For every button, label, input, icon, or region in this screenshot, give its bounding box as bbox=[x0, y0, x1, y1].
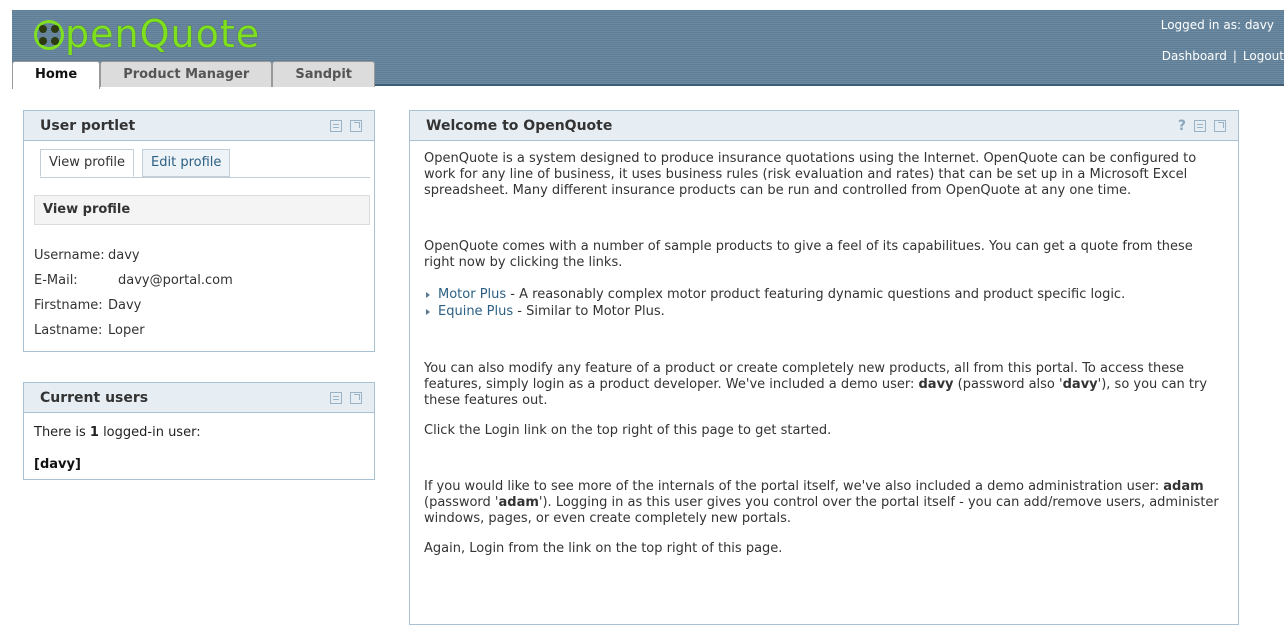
profile-row: Firstname: Davy bbox=[34, 293, 233, 318]
text-segment: (password also ' bbox=[953, 377, 1063, 392]
portlet-header: Welcome to OpenQuote ? bbox=[410, 111, 1238, 141]
link-separator: | bbox=[1232, 49, 1237, 63]
welcome-portlet: Welcome to OpenQuote ? OpenQuote is a sy… bbox=[409, 110, 1239, 625]
logged-in-status: Logged in as: davy bbox=[1160, 18, 1274, 32]
field-value: Davy bbox=[108, 298, 142, 313]
admin-username: adam bbox=[1163, 479, 1204, 494]
field-value: Loper bbox=[108, 323, 145, 338]
subtab-view-profile[interactable]: View profile bbox=[40, 149, 135, 177]
samples-paragraph: OpenQuote comes with a number of sample … bbox=[424, 239, 1193, 270]
login-paragraph: Click the Login link on the top right of… bbox=[424, 423, 832, 438]
link-description: - Similar to Motor Plus. bbox=[513, 304, 665, 319]
header: penQuote Logged in as: davy Dashboard | Lo… bbox=[0, 0, 1284, 89]
minimize-icon[interactable] bbox=[330, 119, 342, 132]
link-description: - A reasonably complex motor product fea… bbox=[506, 287, 1126, 302]
help-icon[interactable]: ? bbox=[1178, 118, 1186, 134]
portlet-title: Welcome to OpenQuote bbox=[426, 117, 613, 134]
maximize-icon[interactable] bbox=[350, 391, 362, 404]
profile-subtabs: View profile Edit profile bbox=[40, 149, 238, 177]
developer-paragraph: You can also modify any feature of a pro… bbox=[424, 361, 1224, 409]
field-value: davy@portal.com bbox=[118, 273, 233, 288]
profile-row: Lastname: Loper bbox=[34, 318, 233, 343]
list-item: Equine Plus - Similar to Motor Plus. bbox=[424, 304, 1224, 320]
current-users-portlet: Current users There is 1 logged-in user:… bbox=[23, 382, 375, 480]
text-after: logged-in user: bbox=[98, 425, 201, 440]
field-label: Lastname: bbox=[34, 323, 103, 338]
equine-plus-link[interactable]: Equine Plus bbox=[438, 304, 513, 319]
section-title: View profile bbox=[34, 195, 370, 225]
logo-icon bbox=[34, 20, 64, 50]
admin-password: adam bbox=[498, 495, 539, 510]
text-before: There is bbox=[34, 425, 90, 440]
subtabs-divider bbox=[40, 177, 370, 178]
field-label: Firstname: bbox=[34, 298, 103, 313]
welcome-body: OpenQuote is a system designed to produc… bbox=[424, 151, 1224, 557]
logged-in-count-text: There is 1 logged-in user: bbox=[34, 425, 201, 440]
sample-product-list: Motor Plus - A reasonably complex motor … bbox=[424, 287, 1224, 320]
portlet-controls bbox=[330, 119, 362, 132]
tab-product-manager[interactable]: Product Manager bbox=[100, 61, 273, 87]
maximize-icon[interactable] bbox=[350, 119, 362, 132]
demo-password: davy bbox=[1062, 377, 1098, 392]
tab-sandpit[interactable]: Sandpit bbox=[272, 61, 376, 87]
user-count: 1 bbox=[89, 425, 99, 440]
portlet-controls bbox=[330, 391, 362, 404]
portlet-header: User portlet bbox=[24, 111, 374, 141]
logout-link[interactable]: Logout bbox=[1243, 49, 1284, 63]
maximize-icon[interactable] bbox=[1214, 119, 1226, 132]
text-segment: '). Logging in as this user gives you co… bbox=[424, 495, 1219, 526]
demo-username: davy bbox=[918, 377, 954, 392]
profile-details: Username: davy E-Mail: davy@portal.com Fir… bbox=[34, 243, 233, 343]
portlet-header: Current users bbox=[24, 383, 374, 413]
user-portlet: User portlet View profile Edit profile V… bbox=[23, 110, 375, 352]
portlet-title: Current users bbox=[40, 389, 149, 406]
tab-home[interactable]: Home bbox=[12, 61, 101, 89]
subtab-edit-profile[interactable]: Edit profile bbox=[142, 149, 231, 177]
profile-row: E-Mail: davy@portal.com bbox=[34, 268, 233, 293]
field-label: Username: bbox=[34, 248, 105, 263]
field-label: E-Mail: bbox=[34, 273, 78, 288]
main-tabs: Home Product Manager Sandpit bbox=[12, 61, 376, 89]
logo-text: penQuote bbox=[65, 12, 261, 56]
list-item: Motor Plus - A reasonably complex motor … bbox=[424, 287, 1224, 303]
field-value: davy bbox=[108, 248, 140, 263]
app-logo[interactable]: penQuote bbox=[34, 14, 260, 54]
motor-plus-link[interactable]: Motor Plus bbox=[438, 287, 506, 302]
portlet-controls: ? bbox=[1178, 118, 1226, 134]
profile-row: Username: davy bbox=[34, 243, 233, 268]
intro-paragraph: OpenQuote is a system designed to produc… bbox=[424, 151, 1197, 198]
text-segment: If you would like to see more of the int… bbox=[424, 479, 1164, 494]
logged-in-user: [davy] bbox=[34, 457, 81, 472]
header-links: Dashboard | Logout bbox=[1162, 49, 1284, 63]
minimize-icon[interactable] bbox=[1194, 119, 1206, 132]
portlet-title: User portlet bbox=[40, 117, 136, 134]
dashboard-link[interactable]: Dashboard bbox=[1162, 49, 1227, 63]
text-segment: (password ' bbox=[424, 495, 499, 510]
again-paragraph: Again, Login from the link on the top ri… bbox=[424, 541, 783, 556]
minimize-icon[interactable] bbox=[330, 391, 342, 404]
admin-paragraph: If you would like to see more of the int… bbox=[424, 479, 1224, 527]
